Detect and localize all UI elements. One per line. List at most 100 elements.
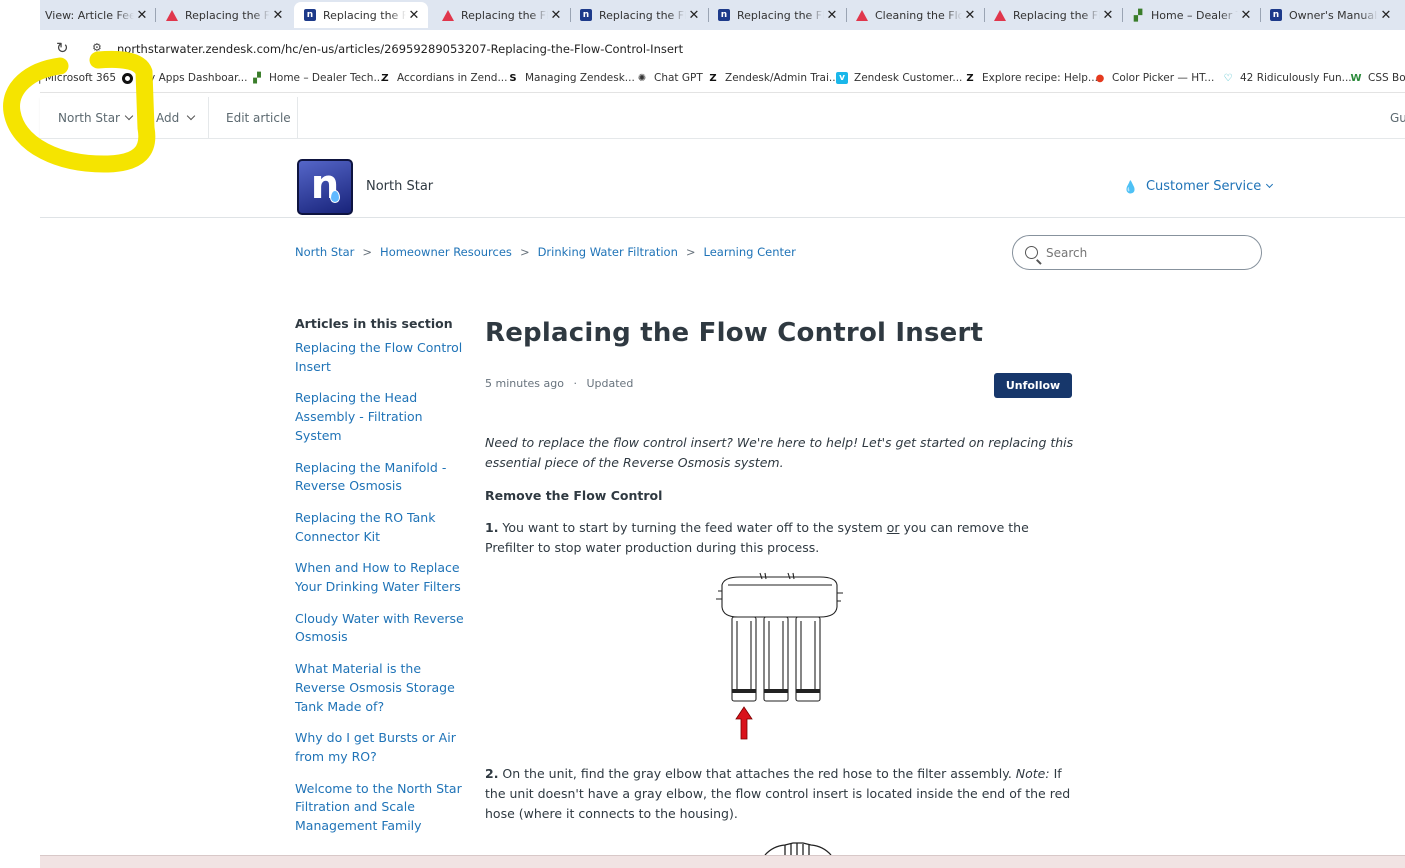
apps-icon	[122, 72, 133, 84]
bookmark-item[interactable]: S Managing Zendesk...	[507, 72, 635, 84]
zendesk-icon	[166, 9, 178, 21]
brand-menu-label: North Star	[58, 111, 120, 125]
close-icon[interactable]: ✕	[1378, 8, 1394, 23]
close-icon[interactable]: ✕	[962, 8, 978, 23]
sidebar-article-link[interactable]: Replacing the Flow Control Insert	[295, 339, 470, 376]
bookmark-item[interactable]: ♡ 42 Ridiculously Fun...	[1222, 72, 1352, 84]
meta-dot: ·	[573, 377, 577, 390]
bookmark-item[interactable]: W CSS Bord	[1350, 72, 1405, 84]
section-heading: Remove the Flow Control	[485, 488, 663, 503]
breadcrumb-link[interactable]: Drinking Water Filtration	[538, 245, 678, 259]
sidebar-article-link[interactable]: Why do I get Bursts or Air from my RO?	[295, 729, 470, 766]
close-icon[interactable]: ✕	[134, 8, 150, 23]
bookmark-label: Chat GPT	[654, 72, 703, 84]
customer-service-menu[interactable]: 💧 Customer Service	[1123, 179, 1274, 194]
guide-menu-label: Gu	[1390, 111, 1405, 125]
tab[interactable]: Replacing the Flow ✕	[166, 2, 286, 28]
water-drop-icon: 💧	[1123, 179, 1138, 194]
bookmark-item[interactable]: v Zendesk Customer...	[836, 72, 962, 84]
brand-name[interactable]: North Star	[366, 179, 433, 194]
close-icon[interactable]: ✕	[1238, 8, 1254, 23]
bookmark-item[interactable]: Z Zendesk/Admin Trai...	[707, 72, 839, 84]
zendesk-icon	[856, 9, 868, 21]
close-icon[interactable]: ✕	[824, 8, 840, 23]
taskbar	[40, 855, 1405, 868]
bookmark-label: | Microsoft 365	[38, 72, 117, 84]
bookmarks-bar: | Microsoft 365 My Apps Dashboar... ▞ Ho…	[38, 67, 1405, 93]
address-bar: ↻ ⚙ northstarwater.zendesk.com/hc/en-us/…	[40, 30, 1405, 67]
tab-separator	[1260, 8, 1261, 22]
step-text-underlined: or	[886, 520, 900, 535]
bookmark-item[interactable]: Z Accordians in Zend...	[379, 72, 507, 84]
bookmark-item[interactable]: | Microsoft 365	[38, 72, 116, 84]
sidebar-article-link[interactable]: Replacing the RO Tank Connector Kit	[295, 509, 470, 546]
breadcrumb-separator: >	[362, 245, 373, 259]
unfollow-button[interactable]: Unfollow	[994, 373, 1072, 398]
tab[interactable]: View: Article Feedb ✕	[45, 2, 150, 28]
article-status: Updated	[586, 377, 634, 390]
bookmark-label: CSS Bord	[1368, 72, 1405, 84]
bookmark-label: Managing Zendesk...	[525, 72, 635, 84]
article-time: 5 minutes ago	[485, 377, 564, 390]
brand-menu-button[interactable]: North Star	[58, 97, 134, 139]
close-icon[interactable]: ✕	[406, 8, 422, 23]
zendesk-icon: Z	[966, 72, 974, 84]
add-menu-button[interactable]: Add	[156, 97, 196, 139]
northstar-icon: n	[1270, 9, 1282, 21]
edit-article-label: Edit article	[226, 111, 291, 125]
url-field[interactable]: northstarwater.zendesk.com/hc/en-us/arti…	[117, 42, 683, 56]
sidebar-article-link[interactable]: Welcome to the North Star Filtration and…	[295, 780, 470, 836]
tab[interactable]: Cleaning the Flow ✕	[856, 2, 978, 28]
sidebar-article-link[interactable]: When and How to Replace Your Drinking Wa…	[295, 559, 470, 596]
breadcrumb-link[interactable]: Homeowner Resources	[380, 245, 512, 259]
close-icon[interactable]: ✕	[270, 8, 286, 23]
bookmark-label: 42 Ridiculously Fun...	[1240, 72, 1352, 84]
bookmark-label: Zendesk Customer...	[854, 72, 963, 84]
tab[interactable]: ▞ Home – Dealer Te ✕	[1132, 2, 1254, 28]
guide-menu-button[interactable]: Gu	[1390, 97, 1405, 139]
heart-icon: ♡	[1223, 72, 1233, 84]
site-header: n North Star 💧 Customer Service	[40, 139, 1405, 218]
close-icon[interactable]: ✕	[686, 8, 702, 23]
tab[interactable]: n Replacing the Flow ✕	[718, 2, 840, 28]
toolbar-divider	[297, 97, 298, 139]
article-meta: 5 minutes ago · Updated	[485, 377, 633, 390]
colorpicker-icon: ●	[1095, 72, 1105, 84]
search-input[interactable]	[1046, 245, 1236, 260]
search-icon	[1025, 246, 1038, 259]
tab-title: Replacing the Flow	[599, 8, 686, 22]
bookmark-item[interactable]: ● Color Picker — HT...	[1094, 72, 1215, 84]
bookmark-item[interactable]: Z Explore recipe: Help...	[964, 72, 1098, 84]
reload-icon[interactable]: ↻	[56, 39, 69, 57]
step-text: You want to start by turning the feed wa…	[498, 520, 887, 535]
close-icon[interactable]: ✕	[1100, 8, 1116, 23]
breadcrumb-link[interactable]: Learning Center	[704, 245, 796, 259]
northstar-logo[interactable]: n	[297, 159, 353, 215]
tab-active[interactable]: n Replacing the Flow ✕	[294, 2, 428, 28]
sidebar-article-link[interactable]: Replacing the Head Assembly - Filtration…	[295, 389, 470, 445]
bookmark-item[interactable]: ▞ Home – Dealer Tech...	[251, 72, 383, 84]
northstar-icon: n	[580, 9, 592, 21]
zendesk-icon: Z	[381, 72, 389, 84]
sidebar-article-link[interactable]: Cloudy Water with Reverse Osmosis	[295, 610, 470, 647]
edit-article-button[interactable]: Edit article	[226, 97, 291, 139]
sidebar-article-link[interactable]: What Material is the Reverse Osmosis Sto…	[295, 660, 470, 716]
bookmark-item[interactable]: My Apps Dashboar...	[122, 72, 247, 84]
tab-strip: View: Article Feedb ✕ Replacing the Flow…	[40, 0, 1405, 30]
tab[interactable]: Replacing the Flow ✕	[442, 2, 564, 28]
bookmark-item[interactable]: ✺ Chat GPT	[636, 72, 703, 84]
close-icon[interactable]: ✕	[548, 8, 564, 23]
dealertech-icon: ▞	[253, 72, 261, 84]
site-info-icon[interactable]: ⚙	[92, 41, 102, 54]
sidebar-article-link[interactable]: Replacing the Manifold - Reverse Osmosis	[295, 459, 470, 496]
tab-separator	[570, 8, 571, 22]
tab-title: Replacing the Flow	[323, 8, 406, 22]
tab[interactable]: Replacing the Flow ✕	[994, 2, 1116, 28]
breadcrumb-link[interactable]: North Star	[295, 245, 354, 259]
chevron-down-icon	[1266, 180, 1274, 189]
tab[interactable]: n Replacing the Flow ✕	[580, 2, 702, 28]
article-title: Replacing the Flow Control Insert	[485, 318, 984, 348]
sidebar-heading: Articles in this section	[295, 316, 453, 331]
zendesk-icon	[442, 9, 454, 21]
tab[interactable]: n Owner's Manuals ✕	[1270, 2, 1394, 28]
